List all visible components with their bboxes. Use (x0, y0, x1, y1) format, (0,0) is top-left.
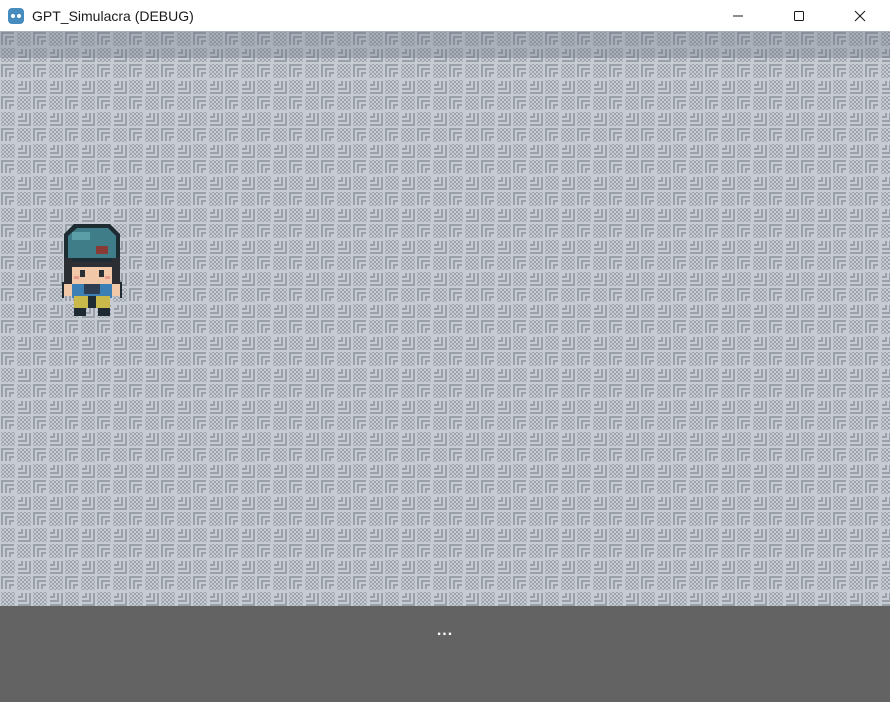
godot-app-icon (8, 7, 24, 24)
dialogue-text: ... (436, 622, 454, 639)
close-button[interactable] (829, 0, 890, 31)
minimize-icon (732, 15, 743, 16)
maximize-icon (793, 10, 804, 21)
top-wall-shadow (0, 31, 890, 58)
player-character[interactable] (60, 220, 128, 320)
game-viewport[interactable] (0, 31, 890, 606)
minimize-button[interactable] (707, 0, 768, 31)
floor-tiles (0, 31, 890, 606)
window-title: GPT_Simulacra (DEBUG) (32, 7, 194, 24)
dialogue-panel[interactable]: ... (0, 606, 890, 702)
close-icon (854, 10, 865, 21)
game-window: GPT_Simulacra (DEBUG) ... (0, 0, 890, 702)
window-controls (707, 0, 890, 31)
maximize-button[interactable] (768, 0, 829, 31)
title-bar[interactable]: GPT_Simulacra (DEBUG) (0, 0, 890, 31)
